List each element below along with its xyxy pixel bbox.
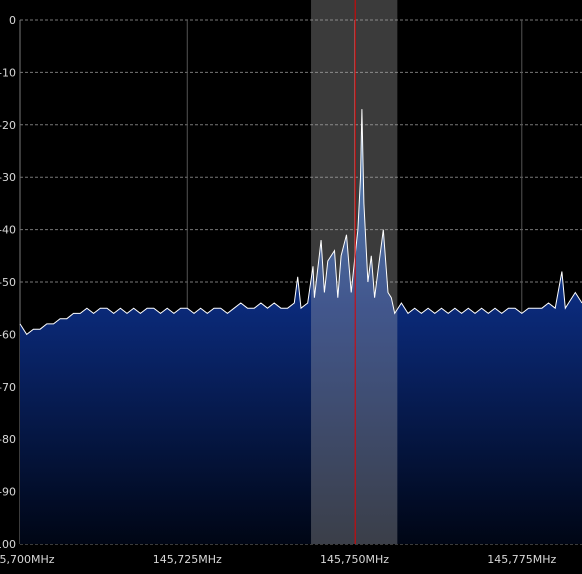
y-tick-label: -20 bbox=[0, 119, 16, 132]
x-tick-label: 145,725MHz bbox=[153, 553, 222, 566]
y-tick-label: -50 bbox=[0, 276, 16, 289]
x-tick-label: 145,700MHz bbox=[0, 553, 55, 566]
y-tick-label: -70 bbox=[0, 381, 16, 394]
spectrum-display[interactable]: 0 -10 -20 -30 -40 -50 -60 -70 -80 -90 -100 145,700… bbox=[0, 0, 582, 574]
x-tick-label: 145,750MHz bbox=[320, 553, 389, 566]
y-tick-label: -90 bbox=[0, 486, 16, 499]
x-tick-label: 145,775MHz bbox=[487, 553, 556, 566]
y-tick-label: -80 bbox=[0, 433, 16, 446]
filter-passband-overlay[interactable] bbox=[311, 0, 398, 544]
y-tick-label: -10 bbox=[0, 66, 16, 79]
y-tick-label: -60 bbox=[0, 328, 16, 341]
y-tick-label: -40 bbox=[0, 224, 16, 237]
y-tick-label: -30 bbox=[0, 171, 16, 184]
y-tick-label: 0 bbox=[9, 14, 16, 27]
y-tick-label: -100 bbox=[0, 538, 16, 551]
